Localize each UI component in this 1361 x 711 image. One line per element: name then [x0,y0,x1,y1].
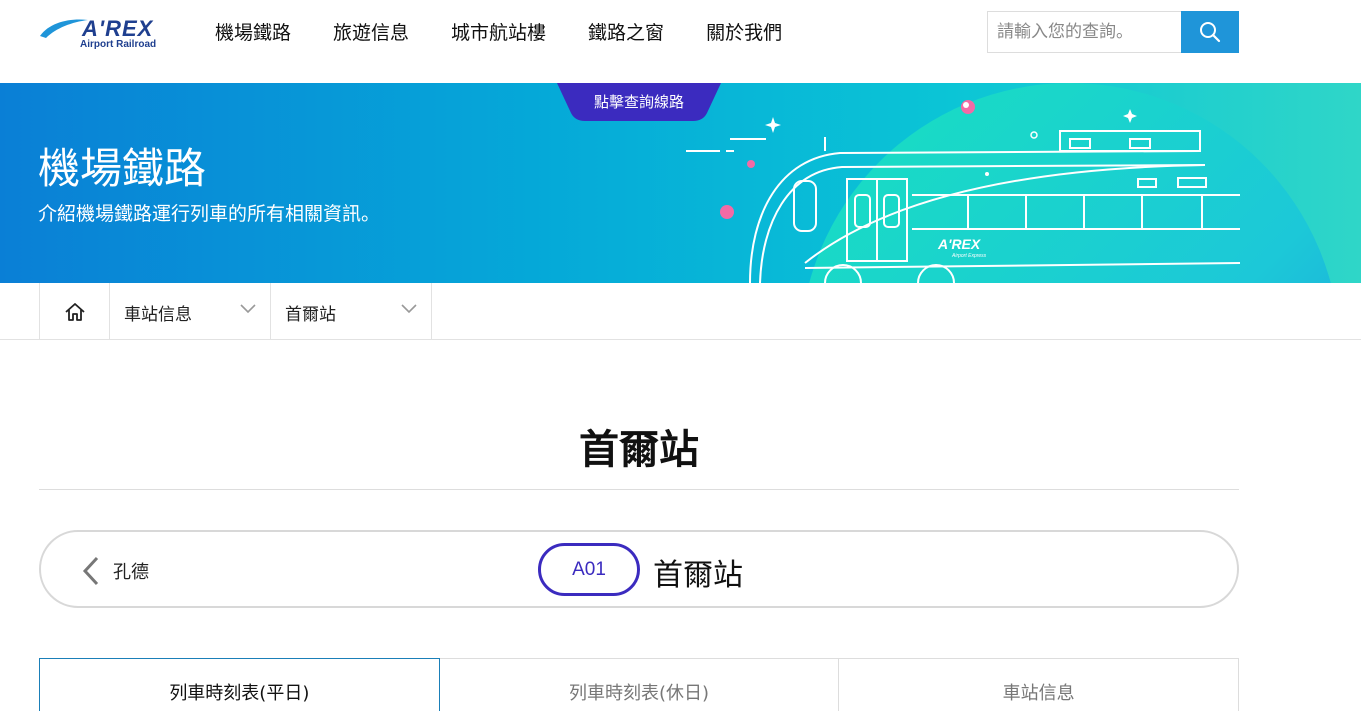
prev-station-label: 孔德 [113,562,149,583]
content-tabs: 列車時刻表(平日) 列車時刻表(休日) 車站信息 [39,658,1240,711]
breadcrumb-seoul-station[interactable]: 首爾站 [271,283,432,340]
title-divider [39,489,1239,490]
search-icon [1200,22,1221,43]
site-header: A'REX Airport Railroad 機場鐵路 旅遊信息 城市航站樓 鐵… [0,0,1361,83]
search-input[interactable] [988,12,1182,52]
tab-weekday-timetable[interactable]: 列車時刻表(平日) [39,658,440,711]
search-box [987,11,1182,53]
logo-subtext: Airport Railroad [80,39,157,50]
nav-item-about-us[interactable]: 關於我們 [706,20,782,46]
train-logo-subtext: Airport Express [951,253,987,259]
main-nav: 機場鐵路 旅遊信息 城市航站樓 鐵路之窗 關於我們 [215,20,824,46]
breadcrumb-label: 首爾站 [285,305,336,325]
nav-item-airport-railroad[interactable]: 機場鐵路 [215,20,291,46]
banner-title: 機場鐵路 [38,144,207,193]
hero-banner: 點擊查詢線路 機場鐵路 介紹機場鐵路運行列車的所有相關資訊。 A'REX Air… [0,83,1361,283]
nav-item-railway-window[interactable]: 鐵路之窗 [588,20,664,46]
tab-holiday-timetable[interactable]: 列車時刻表(休日) [440,659,840,711]
train-illustration: A'REX Airport Express [686,83,1331,283]
page-title: 首爾站 [579,427,699,473]
chevron-down-icon [401,304,417,314]
nav-item-travel-info[interactable]: 旅遊信息 [333,20,409,46]
arex-logo[interactable]: A'REX Airport Railroad [38,14,158,54]
chevron-down-icon [240,304,256,314]
station-code-badge: A01 [538,543,640,596]
tab-station-info[interactable]: 車站信息 [839,659,1240,711]
breadcrumb: 車站信息 首爾站 [0,283,1361,340]
station-navigator: 孔德 A01 首爾站 [39,530,1239,608]
search-button[interactable] [1181,11,1239,53]
breadcrumb-station-info[interactable]: 車站信息 [110,283,271,340]
home-icon [64,302,85,321]
nav-item-city-terminal[interactable]: 城市航站樓 [451,20,546,46]
breadcrumb-home[interactable] [39,283,110,340]
station-name: 首爾站 [653,558,743,593]
chevron-left-icon [82,556,99,586]
banner-subtitle: 介紹機場鐵路運行列車的所有相關資訊。 [38,203,381,225]
breadcrumb-label: 車站信息 [124,305,192,325]
train-logo-text: A'REX [937,236,982,252]
prev-station-button[interactable]: 孔德 [81,554,149,588]
